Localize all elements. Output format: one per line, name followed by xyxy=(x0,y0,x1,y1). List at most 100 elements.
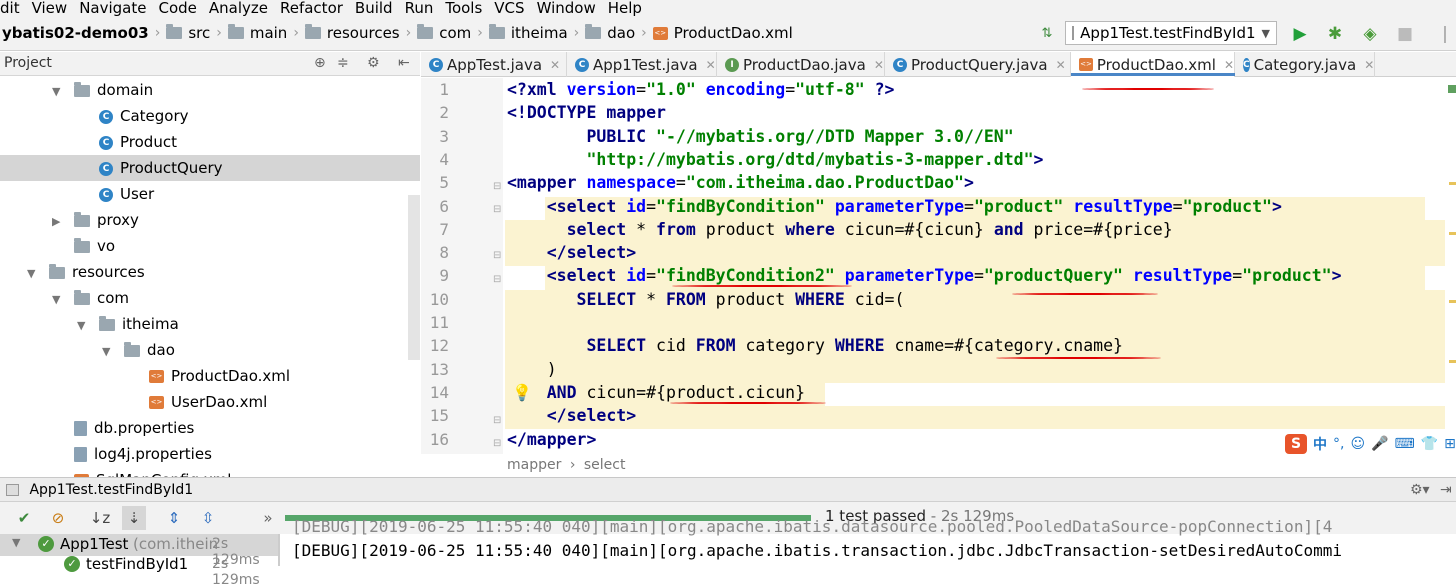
test-method-label[interactable]: testFindById1 xyxy=(86,555,188,573)
breadcrumb-item[interactable]: com xyxy=(439,24,471,42)
emoji-icon[interactable]: ☺ xyxy=(1350,436,1365,452)
menu-item-build[interactable]: Build xyxy=(355,0,393,16)
menu-item-dit[interactable]: dit xyxy=(0,0,20,16)
tree-item[interactable]: C Product xyxy=(0,129,420,155)
code-line[interactable]: <select id="findByCondition" parameterTy… xyxy=(507,195,1282,218)
debug-button[interactable]: ✱ xyxy=(1325,24,1345,44)
close-icon[interactable]: ✕ xyxy=(1056,53,1066,77)
breadcrumb-item[interactable]: resources xyxy=(327,24,400,42)
breadcrumb-item[interactable]: ybatis02-demo03 xyxy=(2,24,149,42)
chevron-down-icon[interactable]: ▼ xyxy=(27,261,39,287)
chevron-down-icon[interactable]: ▼ xyxy=(77,313,89,339)
tree-item[interactable]: <> UserDao.xml xyxy=(0,389,420,415)
chevron-down-icon[interactable]: ▼ xyxy=(52,79,64,105)
expand-all-button[interactable]: ⇕ xyxy=(162,506,186,530)
breadcrumb-item[interactable]: ProductDao.xml xyxy=(674,24,793,42)
code-line[interactable]: </select> xyxy=(507,404,636,427)
tree-item[interactable]: <> ProductDao.xml xyxy=(0,363,420,389)
tree-scrollbar[interactable] xyxy=(408,195,420,360)
fold-marker-icon[interactable]: ⊟ xyxy=(493,274,501,285)
breadcrumb-item[interactable]: itheima xyxy=(511,24,568,42)
chevron-right-icon[interactable]: ▶ xyxy=(52,209,64,235)
inspection-ok-icon[interactable] xyxy=(1448,85,1456,93)
punctuation-icon[interactable]: °, xyxy=(1333,436,1344,452)
close-icon[interactable]: ✕ xyxy=(550,53,560,77)
editor-crumb-select[interactable]: select xyxy=(584,457,626,473)
sort-by-duration-button[interactable]: ⇣ xyxy=(122,506,146,530)
tree-item[interactable]: ▼ domain xyxy=(0,77,420,103)
tools-icon[interactable]: ⊞ xyxy=(1444,436,1456,452)
fold-marker-icon[interactable]: ⊟ xyxy=(493,250,501,261)
voice-icon[interactable]: 🎤 xyxy=(1371,436,1388,452)
hide-panel-icon[interactable]: ⇥ xyxy=(1440,478,1452,502)
menu-item-view[interactable]: View xyxy=(32,0,68,16)
code-line[interactable]: <!DOCTYPE mapper xyxy=(507,101,666,124)
menu-item-run[interactable]: Run xyxy=(405,0,434,16)
ime-mode-label[interactable]: 中 xyxy=(1313,434,1327,454)
user-icon[interactable]: 👕 xyxy=(1421,436,1438,452)
menu-item-window[interactable]: Window xyxy=(537,0,596,16)
tree-item[interactable]: vo xyxy=(0,233,420,259)
hide-icon[interactable]: ⇤ xyxy=(398,52,410,75)
close-icon[interactable]: ✕ xyxy=(1364,53,1374,77)
menu-item-vcs[interactable]: VCS xyxy=(494,0,524,16)
tab-productquery-java[interactable]: C ProductQuery.java ✕ xyxy=(885,52,1071,77)
show-ignored-button[interactable]: ⊘ xyxy=(46,506,70,530)
chevron-down-icon[interactable]: ▼ xyxy=(102,339,114,365)
fold-marker-icon[interactable]: ⊟ xyxy=(493,438,501,449)
sort-alphabetically-button[interactable]: ↓z xyxy=(88,506,112,530)
code-line[interactable]: AND cicun=#{product.cicun} xyxy=(507,381,805,404)
tree-item[interactable]: db.properties xyxy=(0,415,420,441)
test-class-label[interactable]: App1Test xyxy=(60,535,128,553)
code-line[interactable]: </mapper> xyxy=(507,428,596,451)
show-passed-button[interactable]: ✔ xyxy=(12,506,36,530)
tab-category-java[interactable]: C Category.java ✕ xyxy=(1235,52,1375,77)
breadcrumb-item[interactable]: dao xyxy=(607,24,635,42)
tree-item[interactable]: ▼ dao xyxy=(0,337,420,363)
fold-marker-icon[interactable]: ⊟ xyxy=(493,415,501,426)
console-output[interactable]: [DEBUG][2019-06-25 11:55:40 040][main][o… xyxy=(280,512,1456,566)
tree-item[interactable]: ▶ proxy xyxy=(0,207,420,233)
code-line[interactable]: <select id="findByCondition2" parameterT… xyxy=(507,264,1342,287)
code-line[interactable]: <?xml version="1.0" encoding="utf-8" ?> xyxy=(507,78,894,101)
code-line[interactable]: <mapper namespace="com.itheima.dao.Produ… xyxy=(507,171,974,194)
breadcrumb-item[interactable]: src xyxy=(188,24,210,42)
sort-icon[interactable]: ⇅ xyxy=(1037,24,1057,44)
menu-item-help[interactable]: Help xyxy=(608,0,642,16)
tree-item[interactable]: ▼ resources xyxy=(0,259,420,285)
tree-item[interactable]: <>SqlMapConfig.xml xyxy=(0,467,420,477)
close-icon[interactable]: ✕ xyxy=(874,53,884,77)
code-line[interactable]: ) xyxy=(507,358,557,381)
code-line[interactable]: select * from product where cicun=#{cicu… xyxy=(507,218,1173,241)
locate-icon[interactable]: ⊕ xyxy=(314,52,326,75)
code-line[interactable]: PUBLIC "-//mybatis.org//DTD Mapper 3.0//… xyxy=(507,125,1013,148)
code-line[interactable]: SELECT * FROM product WHERE cid=( xyxy=(507,288,905,311)
run-configuration-selector[interactable]: App1Test.testFindById1 ▼ xyxy=(1065,21,1277,45)
menu-item-analyze[interactable]: Analyze xyxy=(209,0,268,16)
menu-item-tools[interactable]: Tools xyxy=(445,0,482,16)
code-line[interactable]: "http://mybatis.org/dtd/mybatis-3-mapper… xyxy=(507,148,1043,171)
lightbulb-icon[interactable]: 💡 xyxy=(512,383,532,402)
collapse-icon[interactable]: ≑ xyxy=(337,52,349,75)
breadcrumb-item[interactable]: main xyxy=(250,24,287,42)
code-line[interactable]: SELECT cid FROM category WHERE cname=#{c… xyxy=(507,334,1122,357)
gear-icon[interactable]: ⚙▾ xyxy=(1410,478,1430,502)
gear-icon[interactable]: ⚙ xyxy=(367,52,380,75)
collapse-all-button[interactable]: ⇳ xyxy=(196,506,220,530)
coverage-button[interactable]: ◈ xyxy=(1360,24,1380,44)
more-actions-icon[interactable]: » xyxy=(256,506,280,530)
menu-item-code[interactable]: Code xyxy=(158,0,196,16)
keyboard-icon[interactable]: ⌨ xyxy=(1395,436,1415,452)
menu-item-refactor[interactable]: Refactor xyxy=(280,0,343,16)
chevron-down-icon[interactable]: ▼ xyxy=(52,287,64,313)
run-button[interactable]: ▶ xyxy=(1290,24,1310,44)
chevron-down-icon[interactable]: ▼ xyxy=(12,536,20,549)
fold-marker-icon[interactable]: ⊟ xyxy=(493,181,501,192)
tab-app1test-java[interactable]: C App1Test.java ✕ xyxy=(567,52,717,77)
tab-apptest-java[interactable]: C AppTest.java ✕ xyxy=(421,52,567,77)
tree-item[interactable]: C Category xyxy=(0,103,420,129)
tree-item[interactable]: ▼ com xyxy=(0,285,420,311)
stop-button[interactable]: ■ xyxy=(1395,24,1415,44)
sogou-icon[interactable]: S xyxy=(1285,434,1307,454)
close-icon[interactable]: ✕ xyxy=(706,53,716,77)
